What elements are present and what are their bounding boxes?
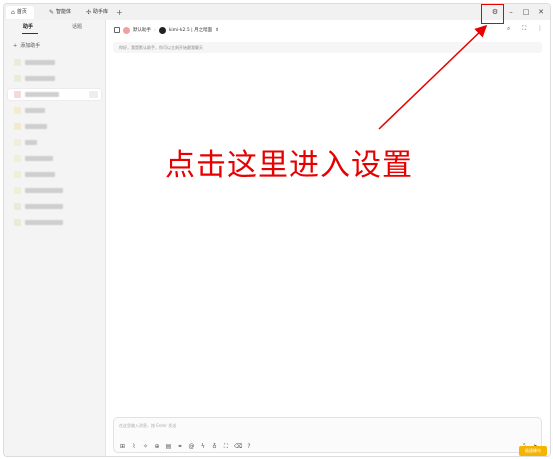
annotation-text: 点击这里进入设置 [165, 148, 413, 183]
annotation-arrow [378, 24, 488, 130]
